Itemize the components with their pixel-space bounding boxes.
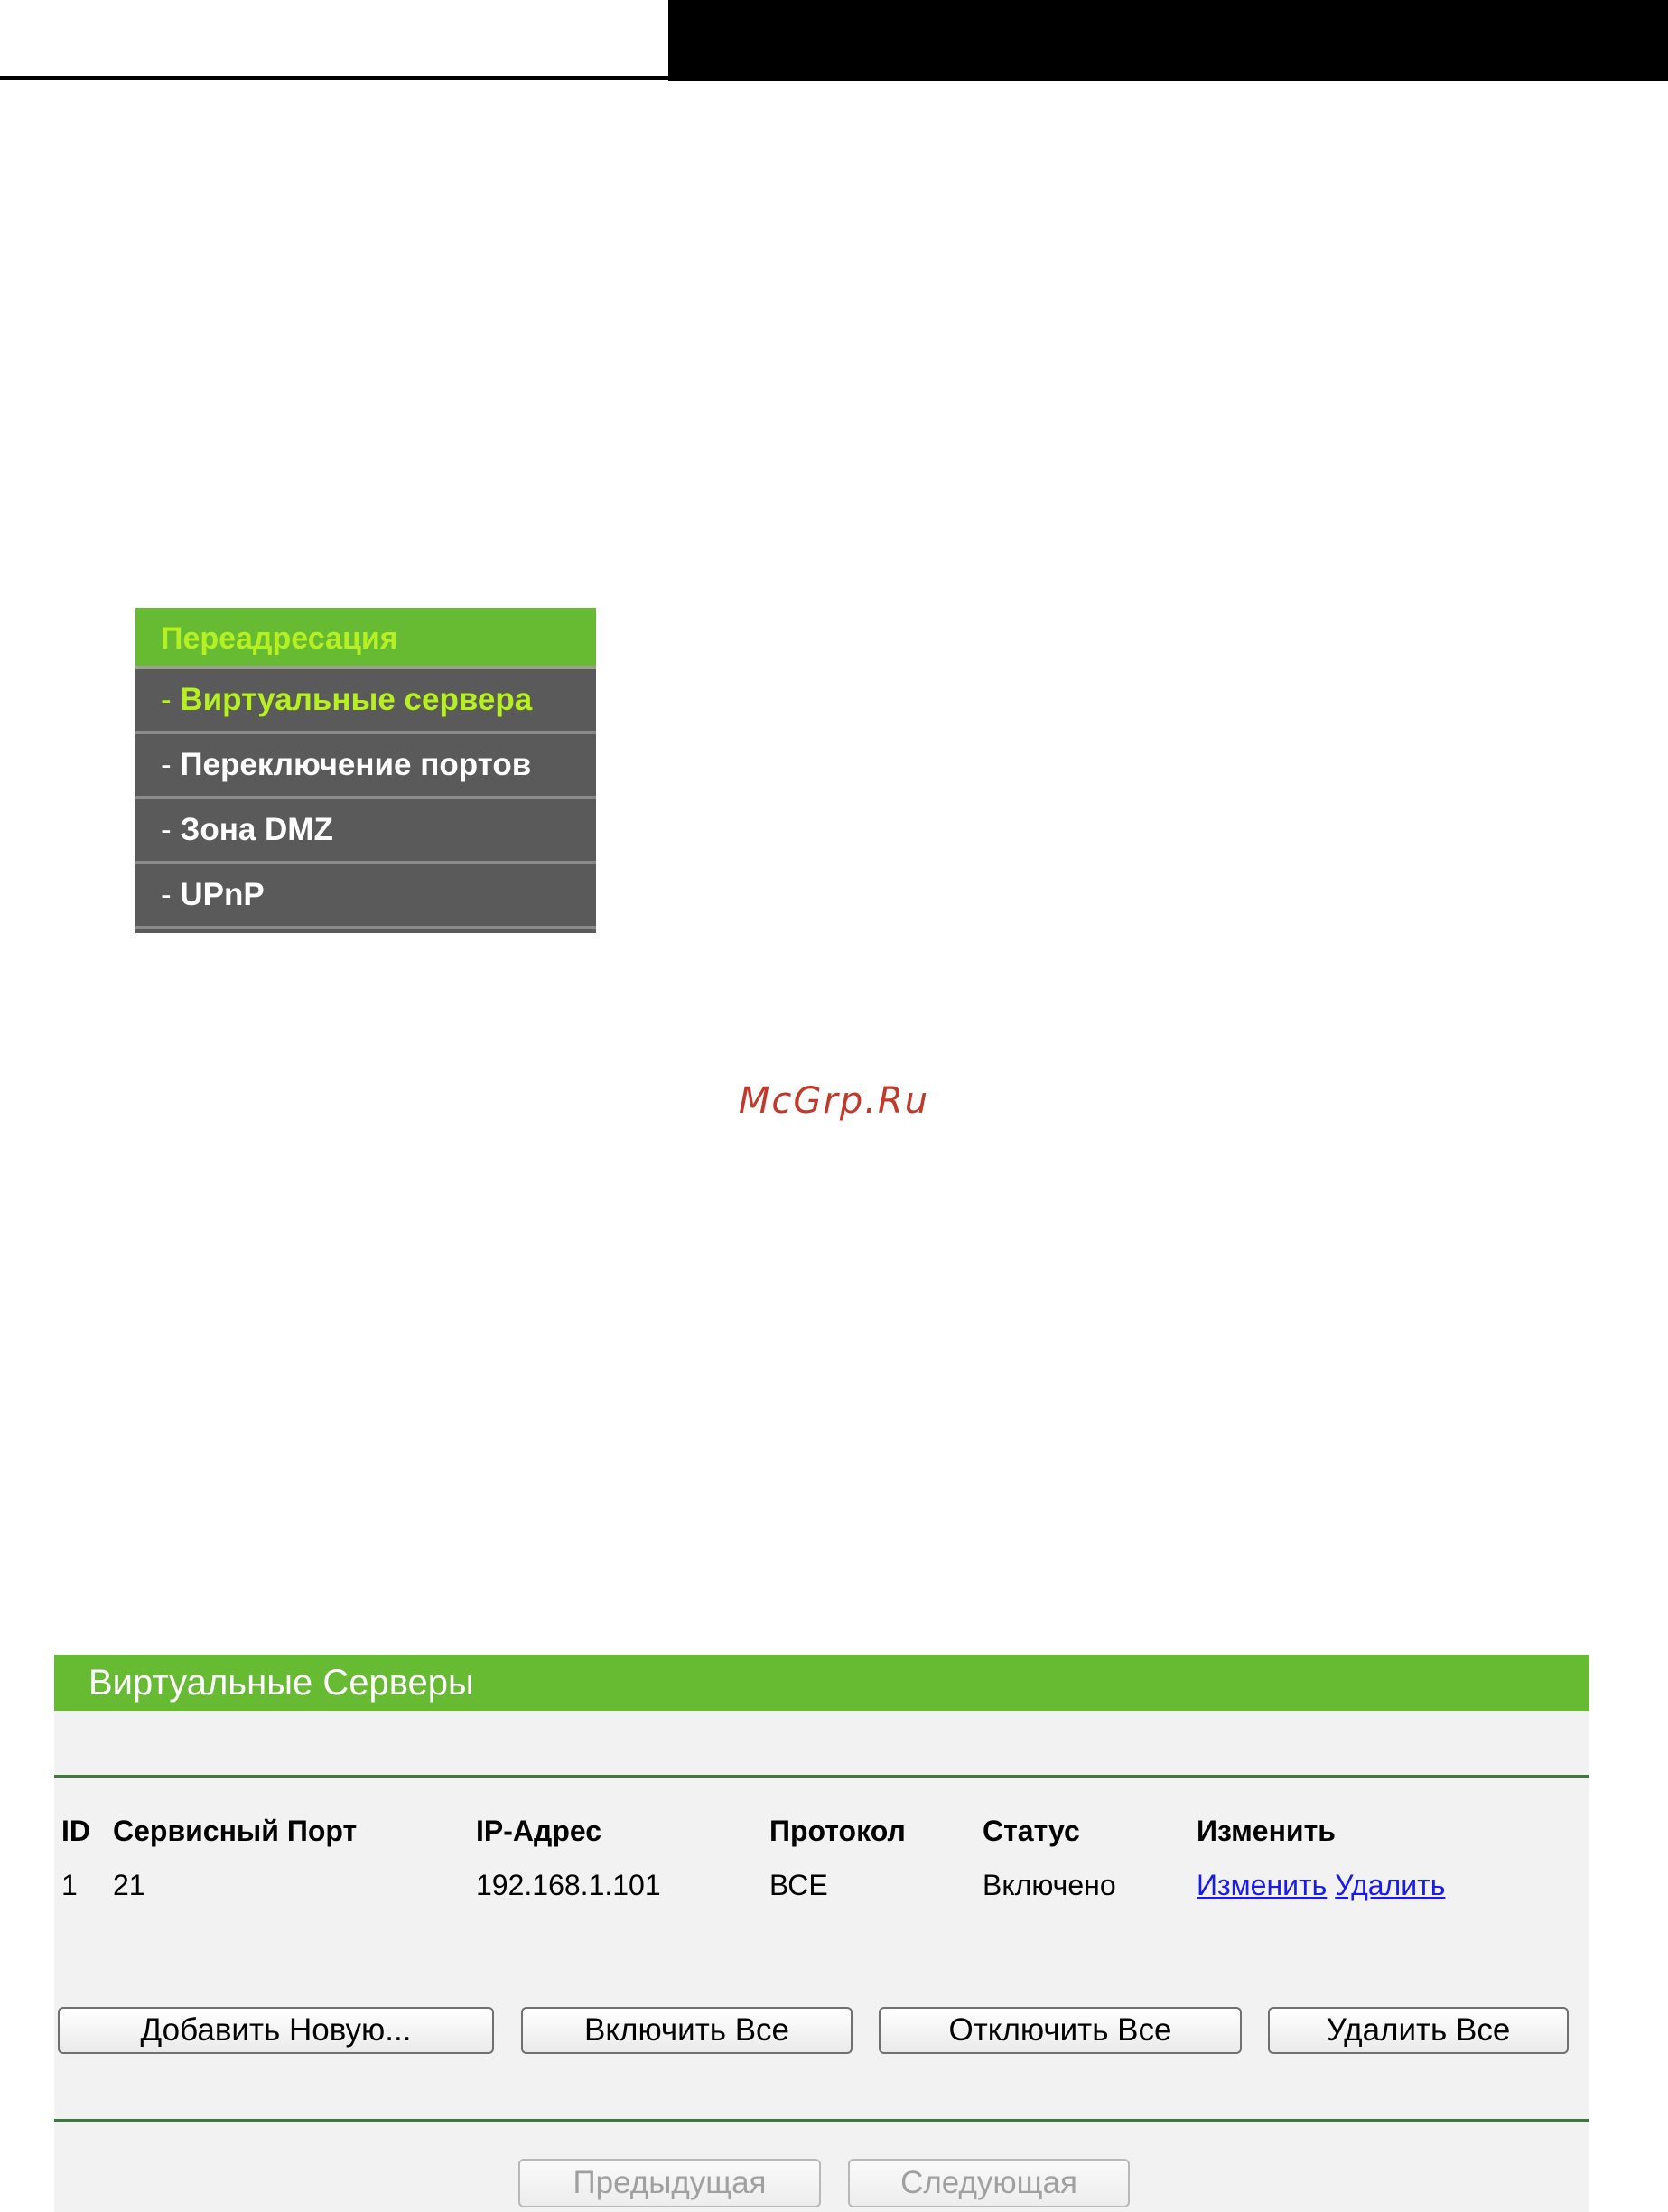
table-row: 1 21 192.168.1.101 ВСЕ Включено Изменить… bbox=[54, 1858, 1589, 1912]
menu-item-prefix: - bbox=[161, 682, 181, 717]
divider bbox=[54, 2119, 1589, 2122]
add-new-button[interactable]: Добавить Новую... bbox=[58, 2007, 494, 2054]
menu-item-label: Виртуальные сервера bbox=[180, 682, 533, 717]
table-header-row: ID Сервисный Порт IP-Адрес Протокол Стат… bbox=[54, 1804, 1589, 1858]
delete-link[interactable]: Удалить bbox=[1335, 1869, 1445, 1901]
cell-id: 1 bbox=[61, 1869, 78, 1901]
enable-all-button[interactable]: Включить Все bbox=[521, 2007, 853, 2054]
column-header-protocol: Протокол bbox=[769, 1815, 906, 1847]
watermark: McGrp.Ru bbox=[738, 1080, 930, 1122]
cell-ip-address: 192.168.1.101 bbox=[476, 1869, 661, 1901]
menu-item-label: Переключение портов bbox=[180, 747, 532, 782]
virtual-servers-panel: Виртуальные Серверы ID Сервисный Порт IP… bbox=[54, 1655, 1589, 2212]
column-header-status: Статус bbox=[983, 1815, 1080, 1847]
menu-item-label: Зона DMZ bbox=[180, 812, 333, 847]
cell-service-port: 21 bbox=[113, 1869, 145, 1901]
menu-item-virtual-servers[interactable]: - Виртуальные сервера bbox=[135, 669, 596, 734]
menu-item-prefix: - bbox=[161, 877, 181, 912]
delete-all-button[interactable]: Удалить Все bbox=[1268, 2007, 1569, 2054]
header-rule bbox=[0, 76, 668, 80]
menu-item-label: UPnP bbox=[180, 877, 265, 912]
column-header-ip-address: IP-Адрес bbox=[476, 1815, 602, 1847]
cell-status: Включено bbox=[983, 1869, 1116, 1901]
menu-item-prefix: - bbox=[161, 812, 181, 847]
menu-item-port-triggering[interactable]: - Переключение портов bbox=[135, 734, 596, 799]
cell-protocol: ВСЕ bbox=[769, 1869, 828, 1901]
menu-item-upnp[interactable]: - UPnP bbox=[135, 864, 596, 929]
edit-link[interactable]: Изменить bbox=[1197, 1869, 1327, 1901]
disable-all-button[interactable]: Отключить Все bbox=[879, 2007, 1242, 2054]
menu-title[interactable]: Переадресация bbox=[135, 608, 596, 669]
header-black-bar bbox=[668, 0, 1668, 81]
cell-actions: Изменить Удалить bbox=[1197, 1858, 1445, 1912]
menu-item-prefix: - bbox=[161, 747, 181, 782]
column-header-service-port: Сервисный Порт bbox=[113, 1815, 358, 1847]
forwarding-menu: Переадресация - Виртуальные сервера - Пе… bbox=[135, 608, 596, 933]
previous-page-button[interactable]: Предыдущая bbox=[518, 2159, 821, 2207]
next-page-button[interactable]: Следующая bbox=[848, 2159, 1130, 2207]
menu-item-dmz[interactable]: - Зона DMZ bbox=[135, 799, 596, 864]
column-header-id: ID bbox=[61, 1815, 90, 1847]
document-header bbox=[0, 0, 1668, 83]
divider bbox=[54, 1775, 1589, 1778]
panel-title: Виртуальные Серверы bbox=[54, 1655, 1589, 1711]
virtual-servers-table: ID Сервисный Порт IP-Адрес Протокол Стат… bbox=[54, 1804, 1589, 1912]
column-header-modify: Изменить bbox=[1197, 1815, 1336, 1847]
